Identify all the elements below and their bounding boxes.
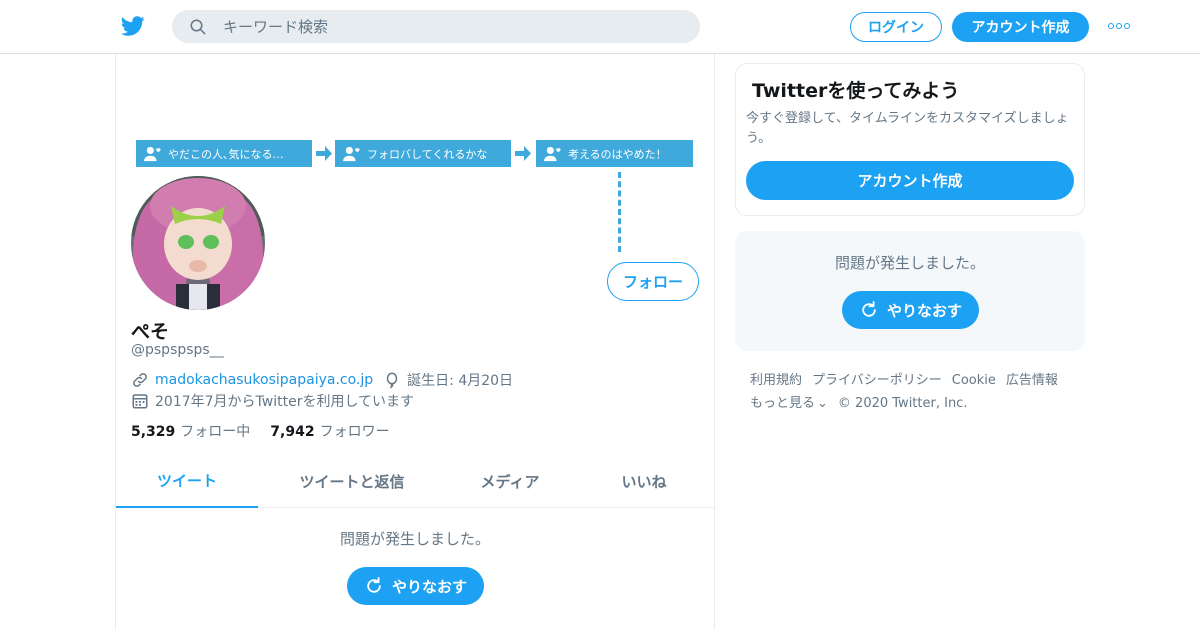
retry-label: やりなおす (391, 577, 467, 596)
user-heart-icon (343, 146, 360, 161)
footer-link-privacy[interactable]: プライバシーポリシー (812, 373, 942, 388)
top-navigation-bar: ログイン アカウント作成 (0, 0, 1200, 54)
search-icon (190, 19, 206, 34)
footer-more-text: もっと見る (750, 396, 816, 411)
dot (1124, 23, 1130, 29)
followers-stat[interactable]: 7,942 フォロワー (270, 421, 389, 441)
sidebar-retry-button[interactable]: やりなおす (842, 291, 979, 329)
refresh-icon (862, 301, 876, 317)
profile-birthday: 誕生日: 4月20日 (383, 370, 513, 390)
chevron-down-icon: ⌄ (817, 396, 828, 411)
signup-card: Twitterを使ってみよう 今すぐ登録して、タイムラインをカスタマイズしましょ… (735, 63, 1085, 216)
sidebar-error-card: 問題が発生しました。 やりなおす (735, 231, 1085, 351)
follow-button[interactable]: フォロー (607, 262, 699, 301)
profile-birthday-text: 誕生日: 4月20日 (407, 373, 514, 389)
banner-step-text: やだこの人､気になる… (168, 147, 284, 161)
signup-button[interactable]: アカウント作成 (952, 12, 1089, 42)
avatar[interactable] (131, 176, 265, 310)
banner-step-text: 考えるのはやめた！ (568, 147, 667, 161)
tab-tweets[interactable]: ツイート (116, 454, 258, 508)
followers-label: フォロワー (319, 424, 390, 440)
tab-likes[interactable]: いいね (574, 454, 714, 508)
profile-tabs: ツイート ツイートと返信 メディア いいね (116, 454, 714, 508)
arrow-right-icon (316, 146, 332, 161)
balloon-icon (386, 372, 398, 389)
link-icon (133, 373, 147, 387)
profile-joined-text: 2017年7月からTwitterを利用しています (155, 394, 415, 410)
search-input[interactable] (223, 17, 663, 36)
dot (1108, 23, 1114, 29)
footer-link-cookie[interactable]: Cookie (952, 373, 996, 388)
tab-media[interactable]: メディア (446, 454, 574, 508)
footer-links: 利用規約 プライバシーポリシー Cookie 広告情報 もっと見る ⌄ © 2020 Tw… (750, 369, 1080, 415)
signup-card-title: Twitterを使ってみよう (752, 80, 960, 102)
retry-label: やりなおす (886, 301, 962, 320)
profile-joined: 2017年7月からTwitterを利用しています (131, 391, 414, 411)
footer-more-link[interactable]: もっと見る ⌄ (750, 396, 838, 411)
banner-step-3: 考えるのはやめた！ (536, 140, 693, 167)
following-count: 5,329 (131, 424, 176, 440)
sidebar-error-message: 問題が発生しました。 (834, 254, 985, 272)
footer-link-ads[interactable]: 広告情報 (1006, 373, 1058, 388)
signup-card-button[interactable]: アカウント作成 (746, 161, 1074, 200)
profile-handle: @pspspsps__ (131, 342, 224, 358)
timeline-error-message: 問題が発生しました。 (339, 530, 490, 548)
avatar-illustration (131, 176, 265, 310)
following-label: フォロー中 (180, 424, 251, 440)
calendar-icon (132, 394, 148, 409)
profile-meta-row: madokachasukosipapaiya.co.jp 誕生日: 4月20日 (131, 370, 513, 390)
user-heart-icon (544, 146, 561, 161)
followers-count: 7,942 (270, 424, 315, 440)
banner-dashed-line (618, 172, 621, 252)
banner-step-1: やだこの人､気になる… (136, 140, 312, 167)
timeline-retry-button[interactable]: やりなおす (347, 567, 484, 605)
banner-step-text: フォロバしてくれるかな (367, 147, 488, 161)
profile-stats: 5,329 フォロー中 7,942 フォロワー (131, 421, 410, 441)
banner-step-2: フォロバしてくれるかな (335, 140, 511, 167)
arrow-right-icon (515, 146, 531, 161)
dot (1116, 23, 1122, 29)
more-dots-icon[interactable] (1108, 22, 1130, 30)
signup-card-text: 今すぐ登録して、タイムラインをカスタマイズしましょう。 (746, 111, 1069, 146)
footer-link-terms[interactable]: 利用規約 (750, 373, 802, 388)
twitter-bird-icon[interactable] (120, 14, 146, 38)
footer-row-1: 利用規約 プライバシーポリシー Cookie 広告情報 (750, 369, 1080, 392)
footer-copyright: © 2020 Twitter, Inc. (837, 396, 968, 411)
user-heart-icon (144, 146, 161, 161)
footer-row-2: もっと見る ⌄ © 2020 Twitter, Inc. (750, 392, 1080, 415)
login-button[interactable]: ログイン (850, 12, 942, 42)
search-bar[interactable] (172, 10, 700, 43)
refresh-icon (367, 577, 381, 593)
profile-website-link[interactable]: madokachasukosipapaiya.co.jp (155, 372, 373, 388)
profile-name: ぺそ (131, 321, 170, 343)
tab-tweets-and-replies[interactable]: ツイートと返信 (258, 454, 446, 508)
following-stat[interactable]: 5,329 フォロー中 (131, 421, 250, 441)
profile-column: やだこの人､気になる… フォロバしてくれるかな 考えるのはやめた！ フォロー ぺ… (115, 54, 715, 630)
